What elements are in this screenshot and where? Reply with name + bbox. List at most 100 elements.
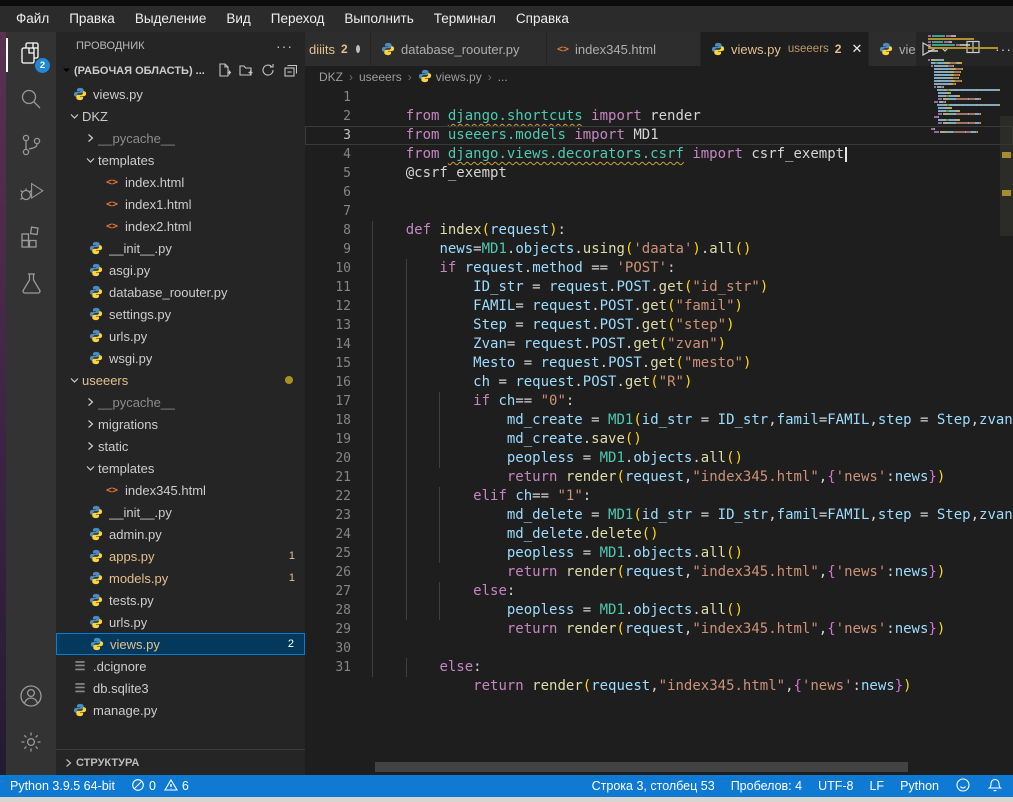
code-line-29[interactable]: 29 [305, 620, 1013, 639]
tree-item-templates[interactable]: templates [56, 457, 305, 479]
language-mode[interactable]: Python [900, 779, 939, 793]
tree-item-migrations[interactable]: migrations [56, 413, 305, 435]
outline-section-header[interactable]: СТРУКТУРА [56, 749, 305, 775]
code-line-12[interactable]: 12 Step = request.POST.get("step") [305, 297, 1013, 316]
breadcrumb-item[interactable]: DKZ [319, 70, 343, 84]
breadcrumb-item[interactable]: ... [498, 70, 508, 84]
tree-item-urls.py[interactable]: urls.py [56, 611, 305, 633]
tree-item-db.sqlite3[interactable]: ☰db.sqlite3 [56, 677, 305, 699]
code-line-7[interactable]: 7def index(request): [305, 202, 1013, 221]
tree-item-tests.py[interactable]: tests.py [56, 589, 305, 611]
tab-vie[interactable]: vie [869, 32, 917, 66]
code-line-5[interactable]: 5 [305, 164, 1013, 183]
code-line-21[interactable]: 21 elif ch== "1": [305, 468, 1013, 487]
activitybar-run-debug-icon[interactable] [6, 170, 56, 216]
indentation[interactable]: Пробелов: 4 [731, 779, 802, 793]
tree-item-apps.py[interactable]: apps.py1 [56, 545, 305, 567]
overview-ruler[interactable] [1000, 32, 1013, 719]
activitybar-source-control-icon[interactable] [6, 124, 56, 170]
tab-views.py[interactable]: views.py useeers 2 ✕ [701, 32, 869, 66]
code-line-27[interactable]: 27 peopless = MD1.objects.all() [305, 582, 1013, 601]
tree-item-views.py[interactable]: views.py2 [56, 633, 305, 655]
tab-index345.html[interactable]: <> index345.html [547, 32, 701, 66]
tree-item-index.html[interactable]: <>index.html [56, 171, 305, 193]
tab-database_roouter.py[interactable]: database_roouter.py [371, 32, 547, 66]
breadcrumb[interactable]: DKZ›useeers›views.py›... [305, 66, 1013, 88]
close-icon[interactable]: ✕ [851, 41, 862, 57]
new-folder-icon[interactable] [239, 63, 253, 80]
activitybar-extensions-icon[interactable] [6, 216, 56, 262]
tree-item-useeers[interactable]: useeers [56, 369, 305, 391]
menu-Выделение[interactable]: Выделение [125, 6, 217, 32]
tree-item-index2.html[interactable]: <>index2.html [56, 215, 305, 237]
tree-item-views.py[interactable]: views.py [56, 83, 305, 105]
code-line-18[interactable]: 18 md_create.save() [305, 411, 1013, 430]
code-line-3[interactable]: 3from django.views.decorators.csrf impor… [305, 126, 1013, 145]
tree-item-asgi.py[interactable]: asgi.py [56, 259, 305, 281]
cursor-position[interactable]: Строка 3, столбец 53 [592, 779, 715, 793]
code-line-20[interactable]: 20 return render(request,"index345.html"… [305, 449, 1013, 468]
scrollbar-slider[interactable] [1000, 116, 1013, 236]
menu-Файл[interactable]: Файл [6, 6, 59, 32]
minimap[interactable] [928, 32, 1000, 134]
menu-Терминал[interactable]: Терминал [424, 6, 506, 32]
menu-Вид[interactable]: Вид [216, 6, 260, 32]
tree-item-DKZ[interactable]: DKZ [56, 105, 305, 127]
activitybar-search-icon[interactable] [6, 78, 56, 124]
horizontal-scrollbar[interactable] [375, 762, 908, 772]
tree-item-__pycache__[interactable]: __pycache__ [56, 127, 305, 149]
tree-item-models.py[interactable]: models.py1 [56, 567, 305, 589]
breadcrumb-item[interactable]: useeers [359, 70, 402, 84]
code-line-22[interactable]: 22 md_delete = MD1(id_str = ID_str,famil… [305, 487, 1013, 506]
feedback-button[interactable] [955, 777, 971, 796]
workspace-section-header[interactable]: (РАБОЧАЯ ОБЛАСТЬ) ... [56, 59, 305, 83]
tree-item-urls.py[interactable]: urls.py [56, 325, 305, 347]
tree-item-admin.py[interactable]: admin.py [56, 523, 305, 545]
code-line-17[interactable]: 17 md_create = MD1(id_str = ID_str,famil… [305, 392, 1013, 411]
menu-Справка[interactable]: Справка [506, 6, 579, 32]
code-line-1[interactable]: 1from django.shortcuts import render [305, 88, 1013, 107]
tree-item-wsgi.py[interactable]: wsgi.py [56, 347, 305, 369]
code-editor[interactable]: 1from django.shortcuts import render 2fr… [305, 88, 1013, 775]
tab-diiits[interactable]: diiits 2 [305, 32, 371, 66]
eol[interactable]: LF [869, 779, 884, 793]
tree-item-.dcignore[interactable]: ☰.dcignore [56, 655, 305, 677]
tree-item-templates[interactable]: templates [56, 149, 305, 171]
menu-Переход[interactable]: Переход [261, 6, 335, 32]
menu-Выполнить[interactable]: Выполнить [334, 6, 423, 32]
tree-item-database_roouter.py[interactable]: database_roouter.py [56, 281, 305, 303]
tree-item-__init__.py[interactable]: __init__.py [56, 501, 305, 523]
tree-item-manage.py[interactable]: manage.py [56, 699, 305, 721]
notifications-button[interactable] [987, 777, 1003, 796]
code-line-19[interactable]: 19 peopless = MD1.objects.all() [305, 430, 1013, 449]
tree-item-settings.py[interactable]: settings.py [56, 303, 305, 325]
refresh-icon[interactable] [261, 63, 275, 80]
code-line-14[interactable]: 14 Mesto = request.POST.get("mesto") [305, 335, 1013, 354]
breadcrumb-item[interactable]: views.py [418, 69, 482, 86]
tree-item-static[interactable]: static [56, 435, 305, 457]
menu-Правка[interactable]: Правка [59, 6, 125, 32]
code-line-11[interactable]: 11 FAMIL= request.POST.get("famil") [305, 278, 1013, 297]
activitybar-testing-icon[interactable] [6, 262, 56, 308]
activitybar-explorer-icon[interactable]: 2 [6, 32, 56, 78]
tree-item-__init__.py[interactable]: __init__.py [56, 237, 305, 259]
code-line-4[interactable]: 4@csrf_exempt [305, 145, 1013, 164]
code-line-23[interactable]: 23 md_delete.delete() [305, 506, 1013, 525]
code-line-13[interactable]: 13 Zvan= request.POST.get("zvan") [305, 316, 1013, 335]
code-line-15[interactable]: 15 ch = request.POST.get("R") [305, 354, 1013, 373]
code-line-10[interactable]: 10 ID_str = request.POST.get("id_str") [305, 259, 1013, 278]
new-file-icon[interactable] [217, 63, 231, 80]
collapse-icon[interactable] [283, 63, 297, 80]
problems-indicator[interactable]: 0 6 [131, 778, 189, 795]
code-line-26[interactable]: 26 else: [305, 563, 1013, 582]
activitybar-account-icon[interactable] [6, 675, 56, 721]
code-line-2[interactable]: 2from useeers.models import MD1 [305, 107, 1013, 126]
code-line-9[interactable]: 9 if request.method == 'POST': [305, 240, 1013, 259]
python-interpreter[interactable]: Python 3.9.5 64-bit [10, 779, 115, 793]
sidebar-more-button[interactable]: ··· [276, 38, 293, 54]
tree-item-__pycache__[interactable]: __pycache__ [56, 391, 305, 413]
code-line-30[interactable]: 30 else: [305, 639, 1013, 658]
code-line-25[interactable]: 25 return render(request,"index345.html"… [305, 544, 1013, 563]
code-line-6[interactable]: 6 [305, 183, 1013, 202]
code-line-16[interactable]: 16 if ch== "0": [305, 373, 1013, 392]
